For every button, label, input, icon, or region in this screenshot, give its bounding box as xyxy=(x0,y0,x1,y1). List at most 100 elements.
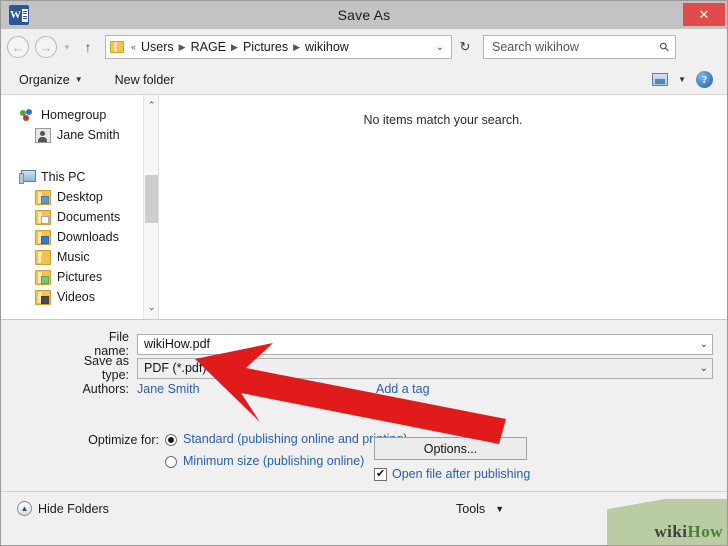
radio-minimum-size-indicator[interactable] xyxy=(165,456,177,468)
navigation-pane: Homegroup Jane Smith This PC Desktop Doc… xyxy=(1,95,143,319)
folder-documents-icon xyxy=(35,209,51,225)
chevron-down-icon[interactable]: ⌄ xyxy=(429,42,451,53)
collapse-up-icon: ▲ xyxy=(17,501,32,516)
sidebar-item-label: This PC xyxy=(41,170,86,184)
sidebar-item-label: Pictures xyxy=(57,270,103,284)
radio-standard[interactable]: Standard (publishing online and printing… xyxy=(165,432,407,446)
folder-downloads-icon xyxy=(35,229,51,245)
new-folder-label: New folder xyxy=(114,72,175,87)
sidebar-item-videos[interactable]: Videos xyxy=(1,287,143,307)
browser-area: Homegroup Jane Smith This PC Desktop Doc… xyxy=(1,95,727,319)
sidebar-item-label: Videos xyxy=(57,290,95,304)
optimize-radio-group: Standard (publishing online and printing… xyxy=(165,432,407,468)
add-a-tag-link[interactable]: Add a tag xyxy=(376,382,430,396)
authors-label: Authors: xyxy=(82,382,129,396)
optimize-for-label: Optimize for: xyxy=(88,433,159,447)
user-icon xyxy=(35,127,51,143)
sidebar-item-label: Jane Smith xyxy=(57,128,120,142)
hide-folders-button[interactable]: ▲ Hide Folders xyxy=(17,501,109,516)
empty-state-message: No items match your search. xyxy=(363,113,523,127)
add-tag-row: Add a tag xyxy=(376,382,430,396)
chevron-right-icon: ▶ xyxy=(231,41,238,52)
watermark-wiki: wiki xyxy=(654,522,688,541)
chevron-down-icon: ▼ xyxy=(74,75,83,84)
chevron-down-icon[interactable]: ▼ xyxy=(678,75,686,84)
radio-minimum-size[interactable]: Minimum size (publishing online) xyxy=(165,454,407,468)
history-dropdown-icon[interactable]: ▼ xyxy=(59,43,75,52)
sidebar-item-pictures[interactable]: Pictures xyxy=(1,267,143,287)
search-input[interactable]: Search wikihow ⚲ xyxy=(483,35,676,59)
close-icon[interactable]: ✕ xyxy=(683,3,725,26)
file-list-pane[interactable]: No items match your search. xyxy=(158,95,727,319)
folder-icon xyxy=(110,41,124,53)
word-icon-letter: W xyxy=(10,8,21,21)
sidebar-item-documents[interactable]: Documents xyxy=(1,207,143,227)
chevron-down-icon: ▼ xyxy=(495,504,505,514)
save-as-type-value: PDF (*.pdf) xyxy=(144,360,207,375)
folder-pictures-icon xyxy=(35,269,51,285)
chevron-down-icon[interactable]: ⌄ xyxy=(700,363,708,374)
word-icon-page xyxy=(22,8,28,22)
breadcrumb-prefix: « xyxy=(131,42,137,52)
save-as-type-label: Save as type: xyxy=(83,354,129,382)
radio-standard-indicator[interactable] xyxy=(165,434,177,446)
sidebar-item-desktop[interactable]: Desktop xyxy=(1,187,143,207)
navigation-bar: ← → ▼ ↑ « Users ▶ RAGE ▶ Pictures ▶ wiki… xyxy=(1,29,727,65)
scroll-down-icon[interactable]: ⌄ xyxy=(144,299,159,315)
this-pc-icon xyxy=(19,169,36,185)
breadcrumb-item-wikihow[interactable]: wikihow xyxy=(302,40,352,54)
breadcrumb-item-rage[interactable]: RAGE xyxy=(188,40,229,54)
breadcrumb-item-users[interactable]: Users xyxy=(138,40,177,54)
homegroup-icon xyxy=(19,108,35,123)
sidebar-item-downloads[interactable]: Downloads xyxy=(1,227,143,247)
refresh-icon[interactable]: ↻ xyxy=(453,35,477,59)
organize-button[interactable]: Organize ▼ xyxy=(19,73,83,87)
up-one-level-icon[interactable]: ↑ xyxy=(77,39,99,55)
chevron-right-icon: ▶ xyxy=(178,41,186,52)
sidebar-scrollbar[interactable]: ⌃ ⌄ xyxy=(143,95,158,319)
checkbox-indicator[interactable] xyxy=(374,467,387,481)
authors-row: Authors: Jane Smith xyxy=(71,382,200,396)
sidebar-item-jane-smith[interactable]: Jane Smith xyxy=(1,125,143,145)
sidebar-item-label: Downloads xyxy=(57,230,119,244)
toolbar-right-group: ▼ ? xyxy=(652,71,713,88)
save-as-type-select[interactable]: PDF (*.pdf) ⌄ xyxy=(137,357,713,379)
help-icon[interactable]: ? xyxy=(696,71,713,88)
sidebar-item-homegroup[interactable]: Homegroup xyxy=(1,105,143,125)
forward-icon[interactable]: → xyxy=(35,36,57,58)
new-folder-button[interactable]: New folder xyxy=(115,73,175,87)
sidebar-item-label: Homegroup xyxy=(41,108,107,122)
file-name-value: wikiHow.pdf xyxy=(144,336,210,351)
organize-label: Organize xyxy=(19,72,70,87)
save-options-panel: File name: wikiHow.pdf ⌄ Save as type: P… xyxy=(1,319,727,491)
hide-folders-label: Hide Folders xyxy=(38,501,109,516)
sidebar-item-this-pc[interactable]: This PC xyxy=(1,167,143,187)
back-icon[interactable]: ← xyxy=(7,36,29,58)
watermark-how: How xyxy=(687,522,723,541)
dialog-footer: ▲ Hide Folders Tools ▼ Save Cancel wikiH… xyxy=(1,491,727,545)
sidebar-item-music[interactable]: Music xyxy=(1,247,143,267)
file-name-input[interactable]: wikiHow.pdf ⌄ xyxy=(137,333,713,355)
breadcrumb-item-pictures[interactable]: Pictures xyxy=(240,40,291,54)
chevron-down-icon[interactable]: ⌄ xyxy=(700,339,708,350)
options-button[interactable]: Options... xyxy=(374,437,527,460)
authors-value[interactable]: Jane Smith xyxy=(137,382,200,396)
tools-label: Tools xyxy=(456,502,486,516)
word-icon: W xyxy=(9,5,29,25)
sidebar-item-label: Music xyxy=(57,250,90,264)
window-title: Save As xyxy=(337,7,391,23)
radio-minimum-size-label: Minimum size (publishing online) xyxy=(183,454,365,468)
change-view-icon[interactable] xyxy=(652,73,669,86)
tools-button[interactable]: Tools ▼ xyxy=(456,502,504,516)
search-icon: ⚲ xyxy=(656,38,673,56)
optimize-for-row: Optimize for: Standard (publishing onlin… xyxy=(71,432,407,468)
command-toolbar: Organize ▼ New folder ▼ ? xyxy=(1,65,727,95)
open-file-after-publishing-checkbox[interactable]: Open file after publishing xyxy=(374,467,530,481)
address-bar[interactable]: « Users ▶ RAGE ▶ Pictures ▶ wikihow ⌄ xyxy=(105,35,452,59)
scrollbar-thumb[interactable] xyxy=(145,175,158,223)
chevron-right-icon: ▶ xyxy=(293,41,301,52)
scroll-up-icon[interactable]: ⌃ xyxy=(144,97,159,113)
save-as-dialog: W Save As ✕ ← → ▼ ↑ « Users ▶ RAGE ▶ Pic… xyxy=(0,0,728,546)
watermark-band xyxy=(607,499,727,545)
watermark-text: wikiHow xyxy=(654,522,723,542)
